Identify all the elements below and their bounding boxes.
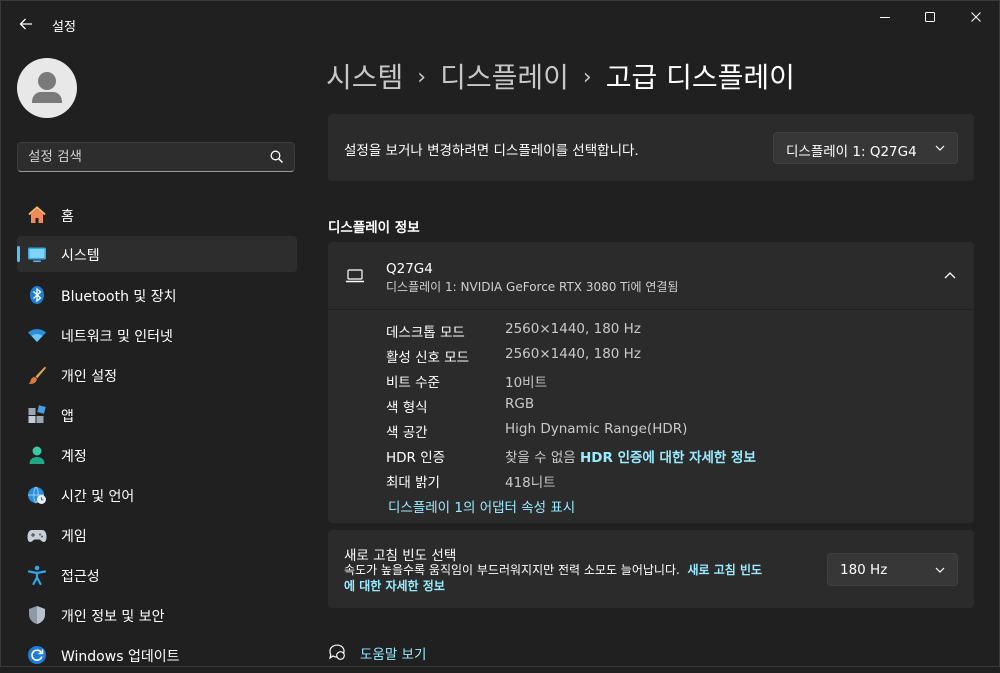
- title-bar: 설정: [0, 0, 1000, 48]
- help-link[interactable]: 도움말 보기: [328, 642, 468, 664]
- user-icon: [32, 72, 62, 103]
- shield-icon: [29, 606, 45, 624]
- breadcrumb-display[interactable]: 디스플레이: [440, 61, 569, 94]
- display-select-label: 설정을 보거나 변경하려면 디스플레이를 선택합니다.: [344, 143, 639, 159]
- section-title: 디스플레이 정보: [328, 220, 420, 236]
- info-value: High Dynamic Range(HDR): [505, 421, 688, 437]
- sidebar-item-bluetooth[interactable]: Bluetooth 및 장치: [17, 277, 297, 313]
- sidebar-item-windows-update[interactable]: Windows 업데이트: [17, 637, 297, 673]
- display-select-value: 디스플레이 1: Q27G4: [786, 144, 917, 160]
- sidebar-item-home[interactable]: 홈: [17, 197, 297, 233]
- display-info-header[interactable]: Q27G4 디스플레이 1: NVIDIA GeForce RTX 3080 T…: [328, 242, 974, 309]
- system-icon: [28, 247, 46, 262]
- refresh-rate-link-part: 새로 고침 빈도: [687, 563, 763, 577]
- chevron-down-icon: [935, 567, 945, 573]
- sidebar-item-label: 개인 정보 및 보안: [61, 609, 165, 625]
- info-key: 활성 신호 모드: [386, 350, 470, 366]
- refresh-rate-desc-text: 속도가 높을수록 움직임이 부드러워지지만 전력 소모도 늘어납니다.: [344, 563, 680, 577]
- refresh-rate-dropdown[interactable]: 180 Hz: [827, 553, 958, 586]
- hdr-status: 찾을 수 없음: [505, 450, 576, 466]
- maximize-icon: [925, 12, 935, 22]
- search-input[interactable]: [28, 143, 258, 171]
- accessibility-icon: [27, 565, 47, 585]
- minimize-icon: [880, 17, 890, 18]
- sidebar-item-label: 앱: [61, 409, 74, 425]
- breadcrumb-separator: ›: [582, 65, 592, 90]
- breadcrumb-system[interactable]: 시스템: [326, 61, 403, 94]
- sidebar-item-label: 계정: [61, 449, 87, 465]
- info-key: HDR 인증: [386, 450, 446, 466]
- breadcrumb: 시스템 › 디스플레이 › 고급 디스플레이: [326, 56, 795, 96]
- info-key: 색 공간: [386, 425, 428, 441]
- display-select-dropdown[interactable]: 디스플레이 1: Q27G4: [773, 132, 958, 164]
- breadcrumb-separator: ›: [417, 65, 427, 90]
- chevron-down-icon: [935, 145, 945, 151]
- avatar[interactable]: [17, 58, 77, 118]
- info-value: 2560×1440, 180 Hz: [505, 321, 641, 337]
- update-icon: [28, 646, 46, 664]
- back-button[interactable]: [14, 12, 38, 36]
- refresh-rate-title: 새로 고침 빈도 선택: [344, 548, 457, 564]
- sidebar-item-label: 게임: [61, 529, 87, 545]
- sidebar-item-label: Windows 업데이트: [61, 649, 180, 665]
- laptop-icon: [346, 269, 364, 283]
- sidebar-item-apps[interactable]: 앱: [17, 397, 297, 433]
- info-value: 418니트: [505, 475, 556, 491]
- sidebar-item-time-language[interactable]: 시간 및 언어: [17, 477, 297, 513]
- brush-icon: [28, 366, 46, 384]
- refresh-rate-description: 속도가 높을수록 움직임이 부드러워지지만 전력 소모도 늘어납니다. 새로 고…: [344, 562, 814, 594]
- sidebar-item-network[interactable]: 네트워크 및 인터넷: [17, 317, 297, 353]
- sidebar-item-label: 시스템: [61, 248, 100, 264]
- page-title: 고급 디스플레이: [605, 61, 795, 94]
- refresh-rate-link-part: 에 대한 자세한 정보: [344, 579, 445, 593]
- app-title: 설정: [52, 20, 76, 35]
- chevron-up-icon[interactable]: [944, 271, 956, 281]
- globe-clock-icon: [28, 486, 46, 504]
- monitor-connection: 디스플레이 1: NVIDIA GeForce RTX 3080 Ti에 연결됨: [386, 280, 679, 294]
- close-button[interactable]: [953, 6, 999, 28]
- maximize-button[interactable]: [907, 6, 953, 28]
- refresh-rate-value: 180 Hz: [840, 562, 888, 578]
- help-icon: [329, 644, 345, 660]
- sidebar-item-label: 개인 설정: [61, 369, 117, 385]
- close-icon: [971, 12, 981, 22]
- monitor-name: Q27G4: [386, 261, 433, 277]
- display-select-card: 설정을 보거나 변경하려면 디스플레이를 선택합니다. 디스플레이 1: Q27…: [328, 114, 974, 181]
- adapter-properties-link[interactable]: 디스플레이 1의 어댑터 속성 표시: [388, 496, 575, 516]
- sidebar-item-accounts[interactable]: 계정: [17, 437, 297, 473]
- info-key: 최대 밝기: [386, 475, 440, 491]
- sidebar-item-accessibility[interactable]: 접근성: [17, 557, 297, 593]
- home-icon: [28, 206, 46, 223]
- info-key: 데스크톱 모드: [386, 325, 465, 341]
- info-value: 10비트: [505, 375, 548, 391]
- sidebar-item-label: 네트워크 및 인터넷: [61, 329, 173, 345]
- info-key: 색 형식: [386, 400, 428, 416]
- sidebar-item-label: Bluetooth 및 장치: [61, 289, 177, 305]
- sidebar-item-label: 시간 및 언어: [61, 489, 135, 505]
- info-value: 2560×1440, 180 Hz: [505, 346, 641, 362]
- active-indicator: [17, 246, 20, 262]
- search-box[interactable]: [17, 142, 295, 172]
- help-label: 도움말 보기: [360, 647, 427, 663]
- account-icon: [29, 446, 45, 464]
- gamepad-icon: [27, 530, 47, 542]
- refresh-rate-card: 새로 고침 빈도 선택 속도가 높을수록 움직임이 부드러워지지만 전력 소모도…: [328, 530, 974, 608]
- apps-icon: [28, 405, 46, 423]
- hdr-info-link[interactable]: HDR 인증에 대한 자세한 정보: [580, 450, 756, 466]
- search-icon[interactable]: [270, 150, 284, 164]
- wifi-icon: [28, 329, 46, 342]
- sidebar-item-privacy[interactable]: 개인 정보 및 보안: [17, 597, 297, 633]
- display-info-body: [328, 310, 974, 523]
- sidebar-item-system[interactable]: 시스템: [17, 236, 297, 272]
- minimize-button[interactable]: [862, 6, 908, 28]
- sidebar-item-label: 접근성: [61, 569, 100, 585]
- info-value-hdr: 찾을 수 없음 HDR 인증에 대한 자세한 정보: [505, 446, 756, 466]
- back-arrow-icon: [19, 18, 32, 30]
- info-value: RGB: [505, 396, 535, 412]
- sidebar-item-label: 홈: [61, 209, 74, 225]
- sidebar-item-gaming[interactable]: 게임: [17, 517, 297, 553]
- sidebar-item-personalization[interactable]: 개인 설정: [17, 357, 297, 393]
- bluetooth-icon: [30, 286, 44, 304]
- info-key: 비트 수준: [386, 375, 440, 391]
